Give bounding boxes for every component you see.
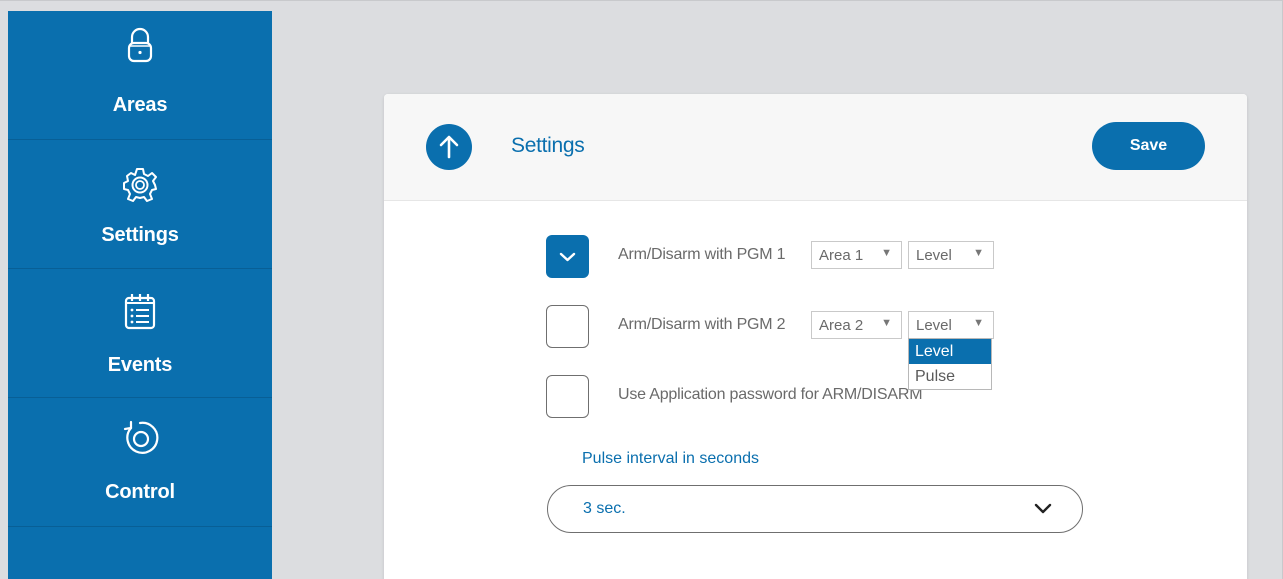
lock-icon	[127, 27, 153, 63]
pgm2-area-value: Area 2	[819, 317, 864, 334]
page-title: Settings	[511, 134, 585, 157]
option-row-pgm2: Arm/Disarm with PGM 2 Area 2 ▼ Level ▼	[384, 305, 1247, 349]
calendar-list-icon	[124, 294, 156, 330]
sidebar-item-settings[interactable]: Settings	[8, 140, 272, 269]
chevron-down-icon: ▼	[973, 317, 984, 329]
pgm1-label: Arm/Disarm with PGM 1	[618, 246, 786, 263]
check-icon	[559, 252, 576, 262]
pulse-interval-label: Pulse interval in seconds	[582, 450, 759, 467]
save-button[interactable]: Save	[1092, 122, 1205, 170]
sidebar-item-areas[interactable]: Areas	[8, 11, 272, 140]
pgm2-mode-value: Level	[916, 317, 952, 334]
app-password-label: Use Application password for ARM/DISARM	[618, 386, 923, 403]
sidebar: Areas Settings Events Control	[8, 11, 272, 579]
collapse-button[interactable]	[426, 124, 472, 170]
pgm1-mode-value: Level	[916, 247, 952, 264]
pgm2-checkbox[interactable]	[546, 305, 589, 348]
pgm1-checkbox[interactable]	[546, 235, 589, 278]
sidebar-item-control[interactable]: Control	[8, 398, 272, 527]
app-window: Areas Settings Events Control Settings S…	[0, 0, 1283, 579]
chevron-down-icon: ▼	[973, 247, 984, 259]
pgm1-area-select[interactable]: Area 1 ▼	[811, 241, 902, 269]
chevron-down-icon: ▼	[881, 317, 892, 329]
pulse-interval-value: 3 sec.	[583, 500, 626, 517]
option-row-app-password: Use Application password for ARM/DISARM	[384, 375, 1247, 419]
arrow-up-icon	[439, 135, 459, 159]
chevron-down-icon: ▼	[881, 247, 892, 259]
chevron-down-icon	[1034, 503, 1052, 514]
gear-icon	[123, 168, 157, 202]
sidebar-item-events[interactable]: Events	[8, 269, 272, 398]
mode-dropdown-menu: Level Pulse	[908, 338, 992, 390]
pgm1-mode-select[interactable]: Level ▼	[908, 241, 994, 269]
sidebar-item-label: Areas	[112, 94, 168, 116]
menu-option-pulse[interactable]: Pulse	[909, 364, 991, 389]
sidebar-item-label: Control	[105, 481, 175, 503]
rotate-control-icon	[123, 420, 159, 454]
pgm2-mode-select[interactable]: Level ▼	[908, 311, 994, 339]
option-row-pgm1: Arm/Disarm with PGM 1 Area 1 ▼ Level ▼	[384, 235, 1247, 279]
settings-panel: Settings Save Arm/Disarm with PGM 1 Area…	[384, 94, 1247, 579]
menu-option-level[interactable]: Level	[909, 339, 991, 364]
panel-header: Settings Save	[384, 94, 1247, 201]
sidebar-item-label: Events	[107, 354, 173, 376]
app-password-checkbox[interactable]	[546, 375, 589, 418]
pgm2-area-select[interactable]: Area 2 ▼	[811, 311, 902, 339]
pgm1-area-value: Area 1	[819, 247, 864, 264]
pgm2-label: Arm/Disarm with PGM 2	[618, 316, 786, 333]
sidebar-item-label: Settings	[101, 224, 179, 246]
pulse-interval-select[interactable]: 3 sec.	[547, 485, 1083, 533]
